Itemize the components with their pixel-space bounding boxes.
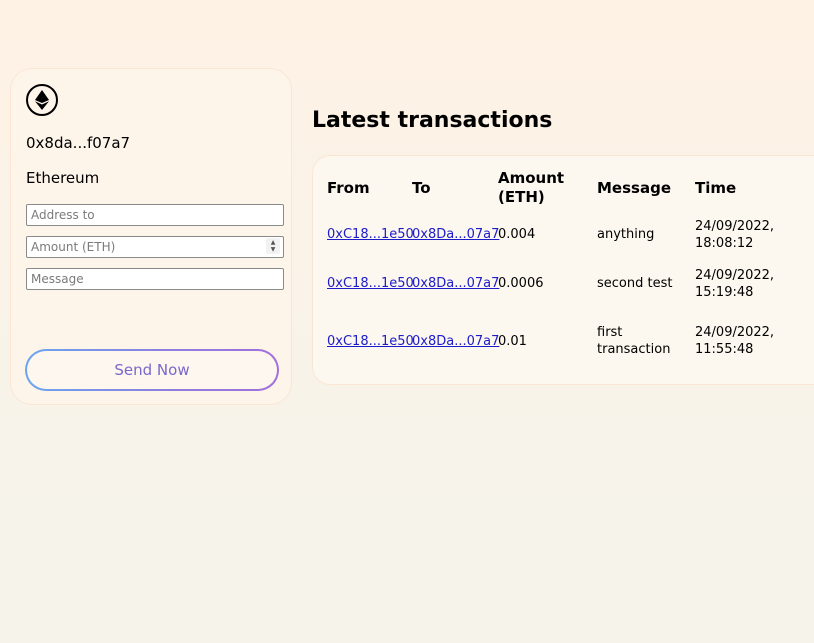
time-line2: 15:19:48	[695, 285, 754, 300]
header-amount: Amount (ETH)	[498, 169, 564, 207]
amount-stepper[interactable]: ▲ ▼	[266, 238, 280, 254]
table-row-to: 0x8Da...07a7	[412, 226, 499, 243]
from-address-link[interactable]: 0xC18...1e50	[327, 334, 414, 349]
wallet-address: 0x8da...f07a7	[26, 134, 131, 152]
from-address-link[interactable]: 0xC18...1e50	[327, 227, 414, 242]
amount-input[interactable]	[26, 236, 284, 258]
message-line1: first	[597, 325, 623, 340]
header-time: Time	[695, 179, 737, 197]
table-row-message: anything	[597, 226, 654, 243]
to-address-link[interactable]: 0x8Da...07a7	[412, 334, 499, 349]
message-input[interactable]	[26, 268, 284, 290]
header-from: From	[327, 179, 370, 197]
time-line1: 24/09/2022,	[695, 268, 775, 283]
transactions-title: Latest transactions	[312, 108, 553, 133]
table-row-from: 0xC18...1e50	[327, 333, 414, 350]
amount-field-wrapper: ▲ ▼	[26, 236, 284, 258]
message-line1: second test	[597, 276, 673, 291]
message-line1: anything	[597, 227, 655, 242]
send-now-button[interactable]: Send Now	[25, 349, 279, 391]
table-row-to: 0x8Da...07a7	[412, 275, 499, 292]
table-row-amount: 0.01	[498, 334, 527, 349]
from-address-link[interactable]: 0xC18...1e50	[327, 276, 414, 291]
header-amount-line2: (ETH)	[498, 188, 545, 206]
header-to: To	[412, 179, 431, 197]
table-row-message: second test	[597, 275, 672, 292]
network-name: Ethereum	[26, 169, 100, 187]
wallet-card: 0x8da...f07a7 Ethereum ▲ ▼ Send Now	[10, 68, 292, 405]
transactions-table: From To Amount (ETH) Message Time 0xC18.…	[312, 155, 814, 385]
time-line1: 24/09/2022,	[695, 325, 775, 340]
time-line2: 18:08:12	[695, 236, 754, 251]
time-line2: 11:55:48	[695, 342, 754, 357]
table-row-time: 24/09/2022, 18:08:12	[695, 218, 774, 252]
table-row-message: first transaction	[597, 324, 670, 358]
header-amount-line1: Amount	[498, 169, 565, 187]
table-row-from: 0xC18...1e50	[327, 275, 414, 292]
table-row-from: 0xC18...1e50	[327, 226, 414, 243]
table-row-time: 24/09/2022, 11:55:48	[695, 324, 774, 358]
table-row-time: 24/09/2022, 15:19:48	[695, 267, 774, 301]
address-to-input[interactable]	[26, 204, 284, 226]
table-row-amount: 0.0006	[498, 276, 544, 291]
table-row-to: 0x8Da...07a7	[412, 333, 499, 350]
table-row-amount: 0.004	[498, 227, 536, 242]
header-message: Message	[597, 179, 671, 197]
time-line1: 24/09/2022,	[695, 219, 775, 234]
to-address-link[interactable]: 0x8Da...07a7	[412, 227, 499, 242]
to-address-link[interactable]: 0x8Da...07a7	[412, 276, 499, 291]
chevron-up-icon[interactable]: ▲	[271, 239, 276, 246]
message-line2: transaction	[597, 342, 671, 357]
ethereum-icon	[26, 84, 58, 116]
chevron-down-icon[interactable]: ▼	[271, 246, 276, 253]
